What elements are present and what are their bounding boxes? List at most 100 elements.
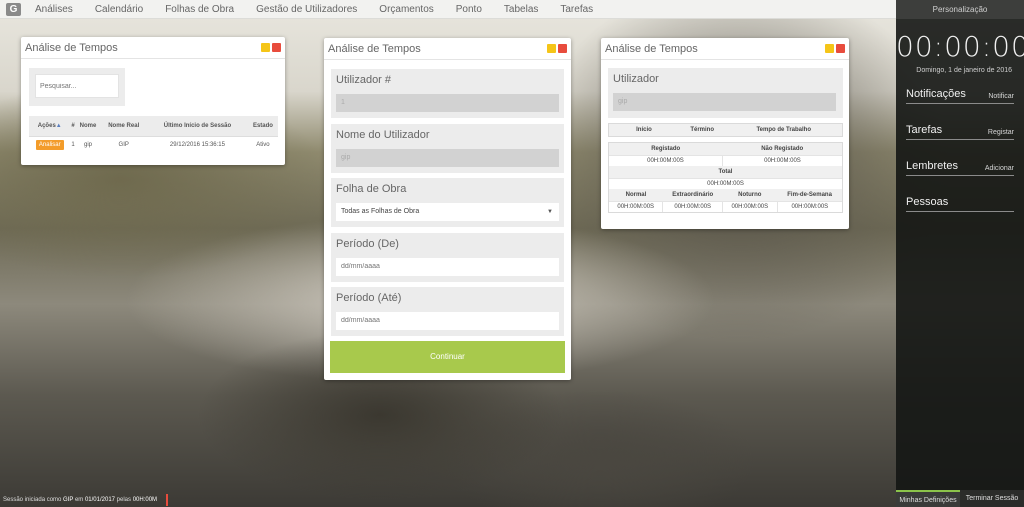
users-table: Ações▲ # Nome Nome Real Último Início de… [29, 116, 278, 154]
window-title[interactable]: Análise de Tempos [21, 37, 285, 59]
search-input[interactable] [35, 74, 119, 98]
notify-button[interactable]: Notificar [988, 93, 1014, 100]
section-pessoas: Pessoas [906, 196, 1014, 212]
status-date: 01/01/2017 [84, 497, 115, 503]
field-period-from: Período (De) [331, 233, 564, 282]
label-normal: Normal [609, 189, 663, 201]
nav-item-tarefas[interactable]: Tarefas [560, 4, 593, 15]
nav-item-folhas-de-obra[interactable]: Folhas de Obra [165, 4, 234, 15]
col-inicio: Início [609, 124, 679, 136]
field-label: Utilizador # [336, 74, 392, 86]
window-title-text: Análise de Tempos [25, 42, 118, 54]
sidebar: Personalização 00:00:00 Domingo, 1 de ja… [896, 0, 1024, 507]
col-acoes[interactable]: Ações▲ [29, 116, 71, 136]
not-registered-value: 00H:00M:00S [721, 154, 842, 166]
username-value: gip [336, 149, 559, 167]
label-noturno: Noturno [722, 189, 778, 201]
nav-item-analises[interactable]: Análises [35, 4, 73, 15]
col-ultimo-inicio[interactable]: Último Início de Sessão [146, 116, 248, 136]
my-settings-button[interactable]: Minhas Definições [896, 490, 960, 507]
registered-label: Registado [609, 143, 723, 155]
app-logo[interactable]: G [6, 2, 21, 16]
table-row: Analisar 1 gip GIP 29/12/2016 15:36:15 A… [29, 135, 278, 154]
status-indicator [166, 494, 168, 506]
section-title: Notificações [906, 88, 966, 100]
total-value: 00H:00M:00S [609, 177, 842, 189]
close-button[interactable] [272, 43, 281, 52]
cell-real-name: GIP [100, 135, 147, 154]
logout-button[interactable]: Terminar Sessão [960, 490, 1024, 507]
work-sheet-select[interactable]: Todas as Folhas de Obra ▼ [336, 203, 559, 221]
field-username: Nome do Utilizador gip [331, 124, 564, 173]
col-nome-real[interactable]: Nome Real [100, 116, 147, 136]
field-label: Utilizador [613, 73, 659, 85]
sort-asc-icon: ▲ [55, 122, 62, 129]
sidebar-footer: Minhas Definições Terminar Sessão [896, 490, 1024, 507]
field-user-id: Utilizador # 1 [331, 69, 564, 118]
cell-last-login: 29/12/2016 15:36:15 [146, 135, 248, 154]
value-noturno: 00H:00M:00S [721, 200, 778, 212]
value-fim-de-semana: 00H:00M:00S [776, 200, 842, 212]
label-fim-de-semana: Fim-de-Semana [777, 189, 842, 201]
table-header: Ações▲ # Nome Nome Real Último Início de… [29, 116, 278, 136]
close-button[interactable] [558, 44, 567, 53]
window-title-text: Análise de Tempos [328, 43, 421, 55]
nav-item-tabelas[interactable]: Tabelas [504, 4, 538, 15]
period-header-table: Início Término Tempo de Trabalho [608, 123, 843, 137]
session-status: Sessão iniciada como GIP em 01/01/2017 p… [3, 497, 158, 503]
cell-state: Ativo [247, 135, 278, 154]
chevron-down-icon: ▼ [547, 209, 553, 215]
sidebar-header[interactable]: Personalização [896, 0, 1024, 19]
minimize-button[interactable] [547, 44, 556, 53]
section-notificacoes: Notificações Notificar [906, 88, 1014, 104]
not-registered-label: Não Registado [722, 143, 842, 155]
current-date: Domingo, 1 de janeiro de 2016 [916, 67, 1012, 74]
col-estado[interactable]: Estado [247, 116, 278, 136]
user-value: gip [613, 93, 836, 111]
section-title: Tarefas [906, 124, 943, 136]
section-title: Lembretes [906, 160, 958, 172]
field-work-sheet: Folha de Obra Todas as Folhas de Obra ▼ [331, 178, 564, 227]
cell-name: gip [75, 135, 101, 154]
status-time: 00H:00M [132, 497, 158, 503]
field-label: Nome do Utilizador [336, 129, 430, 141]
totals-table: Registado Não Registado 00H:00M:00S 00H:… [608, 142, 843, 213]
clock: 00:00:00 [896, 30, 1024, 63]
minimize-button[interactable] [261, 43, 270, 52]
registered-value: 00H:00M:00S [609, 154, 723, 166]
window-title[interactable]: Análise de Tempos [601, 38, 849, 60]
field-label: Período (Até) [336, 292, 402, 304]
value-extraordinario: 00H:00M:00S [662, 200, 723, 212]
field-label: Folha de Obra [336, 183, 407, 195]
status-user: GIP [63, 497, 74, 503]
add-button[interactable]: Adicionar [985, 165, 1014, 172]
close-button[interactable] [836, 44, 845, 53]
work-sheet-selected: Todas as Folhas de Obra [341, 208, 420, 215]
nav-item-ponto[interactable]: Ponto [456, 4, 482, 15]
field-user: Utilizador gip [608, 68, 843, 118]
nav-item-orcamentos[interactable]: Orçamentos [379, 4, 433, 15]
register-button[interactable]: Registar [988, 129, 1014, 136]
nav-item-calendario[interactable]: Calendário [95, 4, 143, 15]
col-tempo-trabalho: Tempo de Trabalho [725, 124, 842, 136]
window-title-text: Análise de Tempos [605, 43, 698, 55]
section-tarefas: Tarefas Registar [906, 124, 1014, 140]
section-lembretes: Lembretes Adicionar [906, 160, 1014, 176]
continue-button[interactable]: Continuar [330, 341, 565, 373]
section-title: Pessoas [906, 196, 949, 208]
col-termino: Término [678, 124, 726, 136]
field-label: Período (De) [336, 238, 399, 250]
window-title[interactable]: Análise de Tempos [324, 38, 571, 60]
label-extraordinario: Extraordinário [662, 189, 723, 201]
period-to-input[interactable] [336, 312, 559, 330]
field-period-to: Período (Até) [331, 287, 564, 336]
nav-item-gestao-utilizadores[interactable]: Gestão de Utilizadores [256, 4, 357, 15]
search-box [29, 68, 125, 106]
top-nav: G Análises Calendário Folhas de Obra Ges… [0, 0, 896, 19]
analisar-button[interactable]: Analisar [35, 140, 64, 151]
minimize-button[interactable] [825, 44, 834, 53]
col-nome[interactable]: Nome [75, 116, 101, 136]
period-from-input[interactable] [336, 258, 559, 276]
total-label: Total [609, 166, 842, 178]
value-normal: 00H:00M:00S [609, 200, 663, 212]
